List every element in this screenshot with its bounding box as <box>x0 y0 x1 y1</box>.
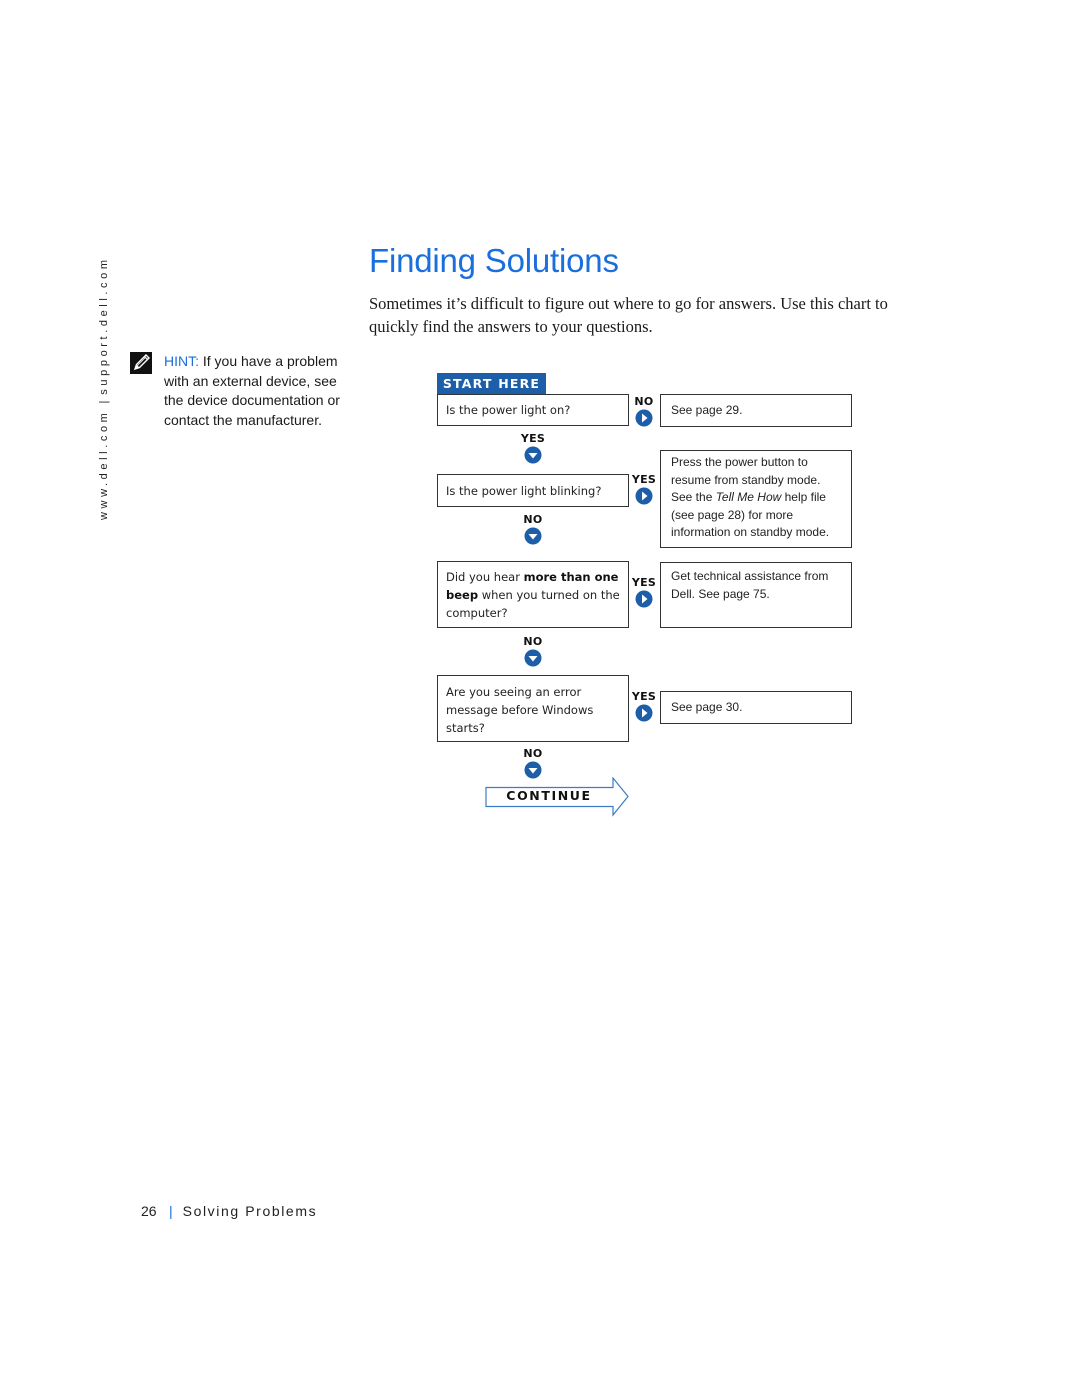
page-footer: 26 | Solving Problems <box>141 1203 317 1219</box>
connector-q2-no: NO <box>520 514 546 545</box>
connector-q2-yes: YES <box>631 474 657 505</box>
start-here-tab: START HERE <box>437 373 546 394</box>
hint-text: HINT: If you have a problem with an exte… <box>164 352 344 430</box>
arrow-down-icon <box>524 446 542 464</box>
connector-label: NO <box>523 747 543 760</box>
continue-arrow[interactable]: CONTINUE <box>485 777 630 817</box>
sidebar-url: www.dell.com | support.dell.com <box>98 256 110 520</box>
answer-text: See page 30. <box>671 699 743 714</box>
question-text-pre: Did you hear <box>446 570 524 584</box>
tell-me-how-reference: Tell Me How <box>715 490 782 504</box>
footer-separator: | <box>169 1203 173 1219</box>
question-text: Is the power light blinking? <box>446 483 602 498</box>
arrow-down-icon <box>524 649 542 667</box>
answer-box-see-page-30: See page 30. <box>660 691 852 724</box>
connector-q4-yes: YES <box>631 691 657 722</box>
section-name: Solving Problems <box>182 1203 318 1219</box>
arrow-right-icon <box>635 704 653 722</box>
connector-label: NO <box>523 513 543 526</box>
question-box-power-light-blinking: Is the power light blinking? <box>437 474 629 507</box>
question-box-power-light-on: Is the power light on? <box>437 394 629 426</box>
intro-paragraph: Sometimes it’s difficult to figure out w… <box>369 294 888 336</box>
connector-q3-no: NO <box>520 636 546 667</box>
connector-q4-no: NO <box>520 748 546 779</box>
support-url-link[interactable]: support.dell.com <box>98 256 110 394</box>
continue-label: CONTINUE <box>506 788 592 803</box>
arrow-down-icon <box>524 527 542 545</box>
pencil-note-icon <box>130 352 152 374</box>
answer-text: Get technical assistance from Dell. See … <box>671 569 829 601</box>
answer-box-see-page-29: See page 29. <box>660 394 852 427</box>
arrow-right-icon <box>635 487 653 505</box>
connector-q1-yes: YES <box>520 433 546 464</box>
question-text: Is the power light on? <box>446 403 571 417</box>
arrow-right-icon <box>635 590 653 608</box>
connector-label: YES <box>631 473 657 486</box>
connector-label: NO <box>523 635 543 648</box>
arrow-right-icon <box>635 409 653 427</box>
connector-label: YES <box>631 576 657 589</box>
question-box-error-message: Are you seeing an error message before W… <box>437 675 629 742</box>
connector-label: YES <box>631 690 657 703</box>
connector-q3-yes: YES <box>631 577 657 608</box>
answer-text: See page 29. <box>671 402 743 417</box>
connector-label: YES <box>520 432 546 445</box>
question-emphasis: more than one <box>523 570 619 584</box>
answer-box-standby-mode: Press the power button to resume from st… <box>660 450 852 548</box>
question-text: Are you seeing an error message before W… <box>446 685 594 735</box>
hint-label: HINT: <box>164 353 199 369</box>
url-separator: | <box>98 400 110 404</box>
question-emphasis: beep <box>446 588 479 602</box>
question-box-beep: Did you hear more than one beep when you… <box>437 561 629 628</box>
page-number: 26 <box>141 1203 157 1219</box>
connector-label: NO <box>634 395 654 408</box>
connector-q1-no: NO <box>631 396 657 427</box>
page-title: Finding Solutions <box>369 242 619 279</box>
answer-box-technical-assistance: Get technical assistance from Dell. See … <box>660 562 852 628</box>
dell-url-link[interactable]: www.dell.com <box>98 410 110 520</box>
